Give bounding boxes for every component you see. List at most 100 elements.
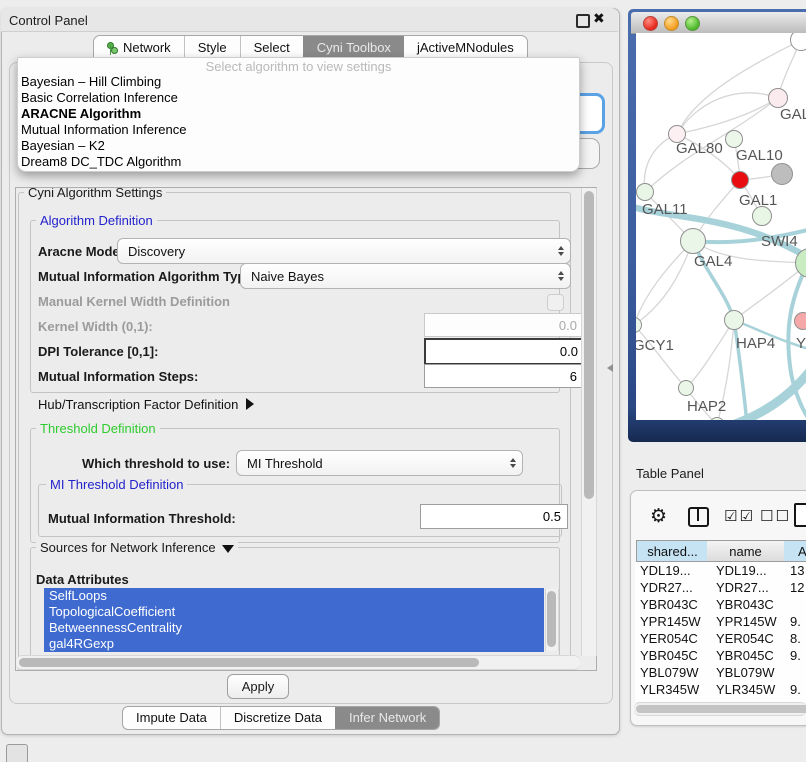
kernel-width-field[interactable]: 0.0 xyxy=(424,313,584,337)
unchecked-boxes-icon[interactable]: ☐☐ xyxy=(760,507,791,525)
algorithm-option-basic-correlation-inference[interactable]: Basic Correlation Inference xyxy=(18,90,579,106)
algorithm-option-bayesian-hill-climbing[interactable]: Bayesian – Hill Climbing xyxy=(18,74,579,90)
table-cell: YDR27... xyxy=(707,579,784,596)
table-cell: YBR043C xyxy=(635,596,707,613)
apply-button[interactable]: Apply xyxy=(227,674,289,699)
mi-algorithm-type-combo[interactable]: Naive Bayes xyxy=(240,263,571,289)
table-row[interactable]: YLR345WYLR345W9. xyxy=(635,681,806,698)
algorithm-option-aracne-algorithm[interactable]: ARACNE Algorithm xyxy=(18,106,579,122)
network-node[interactable] xyxy=(794,312,806,330)
attribute-item-selfloops[interactable]: SelfLoops xyxy=(44,588,544,604)
tab-network[interactable]: Network xyxy=(94,36,184,59)
table-row[interactable]: YDR27...YDR27...12 xyxy=(635,579,806,596)
tab-style[interactable]: Style xyxy=(184,36,240,59)
node-table[interactable]: YDL19...YDL19...13YDR27...YDR27...12YBR0… xyxy=(635,562,806,702)
tab-infer-network[interactable]: Infer Network xyxy=(335,707,439,729)
network-node[interactable] xyxy=(731,171,749,189)
settings-horizontal-scrollbar[interactable] xyxy=(16,655,580,670)
table-row[interactable]: YBL079WYBL079W xyxy=(635,664,806,681)
float-window-icon[interactable] xyxy=(576,14,590,28)
table-cell: YLR345W xyxy=(635,681,707,698)
aracne-mode-label: Aracne Mode: xyxy=(38,244,124,259)
zoom-traffic-light-icon[interactable] xyxy=(685,16,700,31)
panel-splitter-arrow-icon[interactable] xyxy=(607,364,613,372)
column-header-clipped[interactable]: A xyxy=(784,540,806,562)
algorithm-option-dream8-dc-tdc-algorithm[interactable]: Dream8 DC_TDC Algorithm xyxy=(18,154,579,170)
table-cell: YBR045C xyxy=(707,647,784,664)
gear-icon[interactable]: ⚙ xyxy=(650,505,667,528)
which-threshold-combo[interactable]: MI Threshold xyxy=(236,450,523,476)
attribute-item-gal4rgexp[interactable]: gal4RGexp xyxy=(44,636,544,652)
table-row[interactable]: YDL19...YDL19...13 xyxy=(635,562,806,579)
tab-label: Style xyxy=(198,36,227,59)
network-node[interactable] xyxy=(678,380,694,396)
network-view-window[interactable]: GALGAL80GAL10GAL1GAL11SWI4GAL4GCY1HAP4YH… xyxy=(628,9,806,442)
data-attributes-label: Data Attributes xyxy=(36,572,129,587)
table-horizontal-scrollbar[interactable] xyxy=(634,702,806,716)
network-node[interactable] xyxy=(768,88,788,108)
aracne-mode-combo[interactable]: Discovery xyxy=(117,238,571,264)
manual-kernel-width-checkbox[interactable] xyxy=(547,294,564,311)
columns-icon[interactable] xyxy=(688,507,709,527)
attribute-item-topologicalcoefficient[interactable]: TopologicalCoefficient xyxy=(44,604,544,620)
table-row[interactable]: YBR045CYBR045C9. xyxy=(635,647,806,664)
dpi-tolerance-field[interactable]: 0.0 xyxy=(424,338,586,365)
mi-threshold-field[interactable]: 0.5 xyxy=(420,504,568,529)
network-node[interactable] xyxy=(680,228,706,254)
tab-select[interactable]: Select xyxy=(240,36,303,59)
node-label-gal4: GAL4 xyxy=(694,253,732,270)
collapsed-panel-icon[interactable] xyxy=(6,744,28,762)
attributes-list-scrollbar[interactable] xyxy=(545,589,559,651)
network-node[interactable] xyxy=(725,130,743,148)
attribute-item-betweennesscentrality[interactable]: BetweennessCentrality xyxy=(44,620,544,636)
mi-steps-field[interactable]: 6 xyxy=(424,364,584,388)
minimize-traffic-light-icon[interactable] xyxy=(664,16,679,31)
column-header-name[interactable]: name xyxy=(707,540,785,562)
network-node[interactable] xyxy=(771,163,793,185)
settings-vertical-scrollbar[interactable] xyxy=(581,188,597,656)
table-cell: 8. xyxy=(784,630,806,647)
table-cell: YPR145W xyxy=(707,613,784,630)
table-cell: YER054C xyxy=(635,630,707,647)
kernel-width-label: Kernel Width (0,1): xyxy=(38,319,153,334)
sources-toggle[interactable]: Sources for Network Inference xyxy=(36,541,238,554)
network-node[interactable] xyxy=(752,206,772,226)
expand-right-icon xyxy=(246,398,254,410)
table-row[interactable]: YBR043CYBR043C xyxy=(635,596,806,613)
node-label-gal1: GAL1 xyxy=(739,192,777,209)
tab-label: Network xyxy=(123,36,171,59)
tab-discretize-data[interactable]: Discretize Data xyxy=(220,707,335,729)
network-node[interactable] xyxy=(636,183,654,201)
network-window-titlebar[interactable] xyxy=(631,12,806,34)
node-label-gcy1: GCY1 xyxy=(636,337,674,354)
node-label-hap2: HAP2 xyxy=(687,398,726,415)
close-icon[interactable]: ✖ xyxy=(593,10,605,27)
algorithm-option-bayesian-k2[interactable]: Bayesian – K2 xyxy=(18,138,579,154)
column-header-shared-name[interactable]: shared... xyxy=(636,540,709,562)
mi-threshold-definition-title: MI Threshold Definition xyxy=(46,478,187,491)
document-icon[interactable] xyxy=(794,503,806,527)
control-panel-titlebar[interactable] xyxy=(1,8,618,32)
close-traffic-light-icon[interactable] xyxy=(643,16,658,31)
manual-kernel-width-label: Manual Kernel Width Definition xyxy=(38,294,230,309)
table-row[interactable]: YER054CYER054C8. xyxy=(635,630,806,647)
desktop: Control Panel ✖ NetworkStyleSelectCyni T… xyxy=(0,0,806,762)
algorithm-option-mutual-information-inference[interactable]: Mutual Information Inference xyxy=(18,122,579,138)
table-cell: 9. xyxy=(784,647,806,664)
table-row[interactable]: YPR145WYPR145W9. xyxy=(635,613,806,630)
table-cell: YDL19... xyxy=(707,562,784,579)
tab-impute-data[interactable]: Impute Data xyxy=(123,707,220,729)
mi-steps-label: Mutual Information Steps: xyxy=(38,369,198,384)
node-label-gal: GAL xyxy=(780,106,806,123)
node-label-gal80: GAL80 xyxy=(676,140,723,157)
network-canvas[interactable]: GALGAL80GAL10GAL1GAL11SWI4GAL4GCY1HAP4YH… xyxy=(636,33,806,420)
tab-jactivemnodules[interactable]: jActiveMNodules xyxy=(404,36,527,59)
combo-arrows-icon xyxy=(552,271,570,281)
tab-cyni-toolbox[interactable]: Cyni Toolbox xyxy=(303,36,404,59)
tab-label: Select xyxy=(254,36,290,59)
mi-threshold-label: Mutual Information Threshold: xyxy=(48,511,236,526)
table-cell: YBL079W xyxy=(635,664,707,681)
network-node[interactable] xyxy=(724,310,744,330)
checked-boxes-icon[interactable]: ☑☑ xyxy=(724,507,755,525)
hub-definition-toggle[interactable]: Hub/Transcription Factor Definition xyxy=(38,397,254,412)
